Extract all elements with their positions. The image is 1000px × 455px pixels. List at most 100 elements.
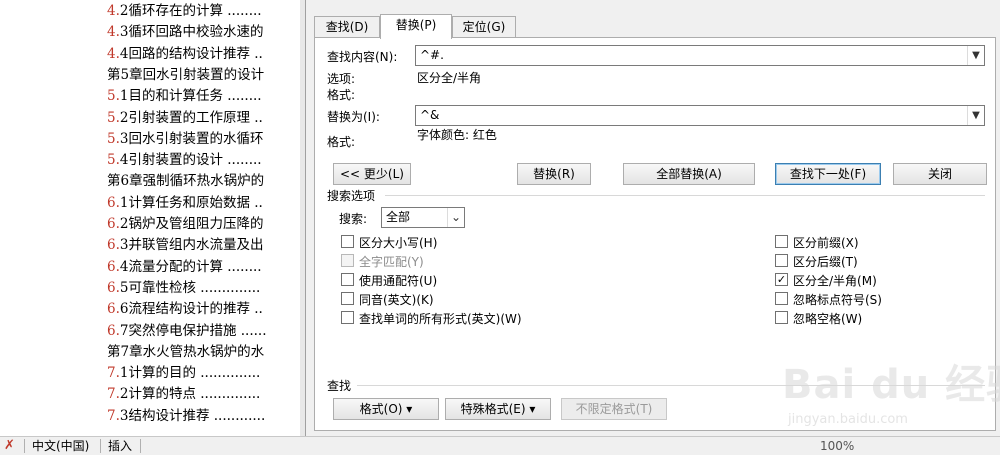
- toc-item[interactable]: 7.2计算的特点 ..............: [107, 383, 305, 405]
- toc-number: 6.: [107, 322, 120, 339]
- checkbox-label[interactable]: 忽略标点符号(S): [793, 291, 882, 308]
- toc-item[interactable]: 6.1计算任务和原始数据 ..: [107, 192, 305, 214]
- toc-text: 1计算的目的 ..............: [119, 365, 261, 382]
- less-button[interactable]: << 更少(L): [333, 163, 411, 185]
- checkbox[interactable]: [775, 292, 788, 305]
- search-direction-select[interactable]: 全部 ⌄: [381, 207, 465, 228]
- toc-item[interactable]: 6.3并联管组内水流量及出: [107, 234, 305, 256]
- divider: [24, 439, 25, 453]
- toc-number: 6.: [107, 237, 120, 254]
- toc-text: 2循环存在的计算 ........: [119, 3, 262, 19]
- toc-item[interactable]: 6.4流量分配的计算 ........: [107, 256, 305, 278]
- replace-all-button[interactable]: 全部替换(A): [623, 163, 755, 185]
- toc-item[interactable]: 4.4回路的结构设计推荐 ..: [107, 43, 305, 65]
- toc-item[interactable]: 6.7突然停电保护措施 ......: [107, 320, 305, 342]
- checkbox-label[interactable]: 区分大小写(H): [359, 234, 437, 251]
- toc-number: 5.: [107, 152, 120, 169]
- checkbox-label[interactable]: 区分前缀(X): [793, 234, 859, 251]
- toc-number: 7.: [107, 365, 120, 382]
- toc-text: 第6章强制循环热水锅炉的: [107, 173, 265, 190]
- checkbox[interactable]: [775, 311, 788, 324]
- find-input[interactable]: ^#. ▼: [415, 45, 985, 66]
- toc-number: 6.: [107, 301, 120, 318]
- options-label: 选项:: [327, 72, 356, 86]
- chevron-down-icon[interactable]: ▼: [967, 46, 984, 65]
- toc-text: 1目的和计算任务 ........: [119, 88, 262, 105]
- toc-text: 2计算的特点 ..............: [119, 386, 261, 403]
- toc-item[interactable]: 7.1计算的目的 ..............: [107, 362, 305, 384]
- toc-number: 7.: [107, 407, 120, 424]
- toc-item[interactable]: 6.6流程结构设计的推荐 ..: [107, 298, 305, 320]
- checkbox[interactable]: ✓: [775, 273, 788, 286]
- replace-button[interactable]: 替换(R): [517, 163, 591, 185]
- tab-find[interactable]: 查找(D): [314, 16, 380, 37]
- divider: [100, 439, 101, 453]
- replace-input[interactable]: ^& ▼: [415, 105, 985, 126]
- toc-item[interactable]: 5.1目的和计算任务 ........: [107, 85, 305, 107]
- chevron-down-icon[interactable]: ▼: [967, 106, 984, 125]
- checkbox-label[interactable]: 区分后缀(T): [793, 253, 858, 270]
- toc-number: 4.: [107, 3, 120, 19]
- checkbox[interactable]: [341, 273, 354, 286]
- watermark-logo: Bai du 经验: [782, 362, 1000, 408]
- toc-text: 4流量分配的计算 ........: [119, 258, 262, 275]
- checkbox-label[interactable]: 使用通配符(U): [359, 272, 437, 289]
- checkbox[interactable]: [775, 254, 788, 267]
- find-next-button[interactable]: 查找下一处(F): [775, 163, 881, 185]
- toc-number: 6.: [107, 194, 120, 211]
- toc-text: 1计算任务和原始数据 ..: [119, 194, 263, 211]
- toc-number: 6.: [107, 216, 120, 232]
- checkbox: [341, 254, 354, 267]
- checkbox-label[interactable]: 区分全/半角(M): [793, 272, 877, 289]
- toc-item[interactable]: 5.4引射装置的设计 ........: [107, 149, 305, 171]
- no-formatting-button: 不限定格式(T): [561, 398, 667, 420]
- language-status[interactable]: 中文(中国): [32, 437, 89, 455]
- toc-item[interactable]: 5.3回水引射装置的水循环: [107, 128, 305, 150]
- divider: [385, 195, 985, 196]
- toc-text: 4回路的结构设计推荐 ..: [119, 45, 263, 62]
- toc-number: 4.: [107, 24, 120, 41]
- toc-text: 4引射装置的设计 ........: [119, 152, 262, 169]
- toc-text: 6流程结构设计的推荐 ..: [119, 301, 263, 318]
- toc-item[interactable]: 6.5可靠性检核 ..............: [107, 277, 305, 299]
- checkbox[interactable]: [775, 235, 788, 248]
- toc-item[interactable]: 4.2循环存在的计算 ........: [107, 0, 305, 22]
- search-direction-value: 全部: [386, 210, 411, 224]
- toc-text: 第7章水火管热水锅炉的水: [107, 343, 265, 360]
- toc-chapter[interactable]: 第6章强制循环热水锅炉的: [107, 170, 305, 192]
- toc-number: 5.: [107, 109, 120, 126]
- replace-format-label: 格式:: [327, 135, 356, 149]
- toc-number: 4.: [107, 45, 120, 62]
- special-format-button[interactable]: 特殊格式(E) ▾: [445, 398, 551, 420]
- format-button[interactable]: 格式(O) ▾: [333, 398, 439, 420]
- toc-item[interactable]: 6.2锅炉及管组阻力压降的: [107, 213, 305, 235]
- chevron-down-icon[interactable]: ⌄: [447, 208, 464, 227]
- checkbox[interactable]: [341, 292, 354, 305]
- tab-replace[interactable]: 替换(P): [380, 14, 452, 39]
- baidu-watermark: Bai du 经验 jingyan.baidu.com: [752, 352, 1000, 442]
- toc-item[interactable]: 4.3循环回路中校验水速的: [107, 21, 305, 43]
- options-value: 区分全/半角: [417, 71, 482, 85]
- toc-item[interactable]: 7.3结构设计推荐 ............: [107, 405, 305, 427]
- find-input-value: ^#.: [420, 48, 444, 62]
- document-page: 4.2循环存在的计算 ........ 4.3循环回路中校验水速的 4.4回路的结构…: [0, 0, 305, 436]
- insert-mode-status[interactable]: 插入: [108, 437, 132, 455]
- search-direction-label: 搜索:: [339, 212, 368, 226]
- checkbox-label[interactable]: 忽略空格(W): [793, 310, 862, 327]
- close-button[interactable]: 关闭: [893, 163, 987, 185]
- checkbox-label[interactable]: 查找单词的所有形式(英文)(W): [359, 310, 522, 327]
- find-section-title: 查找: [327, 379, 352, 393]
- spelling-check-icon[interactable]: ✗: [4, 437, 20, 455]
- toc-chapter[interactable]: 第5章回水引射装置的设计: [107, 64, 305, 86]
- toc-chapter[interactable]: 第7章水火管热水锅炉的水: [107, 341, 305, 363]
- toc-number: 5.: [107, 130, 120, 147]
- toc-number: 7.: [107, 386, 120, 403]
- toc-item[interactable]: 5.2引射装置的工作原理 ..: [107, 107, 305, 129]
- checkbox[interactable]: [341, 311, 354, 324]
- toc-text: 2锅炉及管组阻力压降的: [119, 216, 264, 232]
- tab-goto[interactable]: 定位(G): [452, 16, 516, 37]
- toc-text: 5可靠性检核 ..............: [119, 279, 261, 296]
- toc-text: 第5章回水引射装置的设计: [107, 66, 265, 83]
- checkbox[interactable]: [341, 235, 354, 248]
- checkbox-label[interactable]: 同音(英文)(K): [359, 291, 434, 308]
